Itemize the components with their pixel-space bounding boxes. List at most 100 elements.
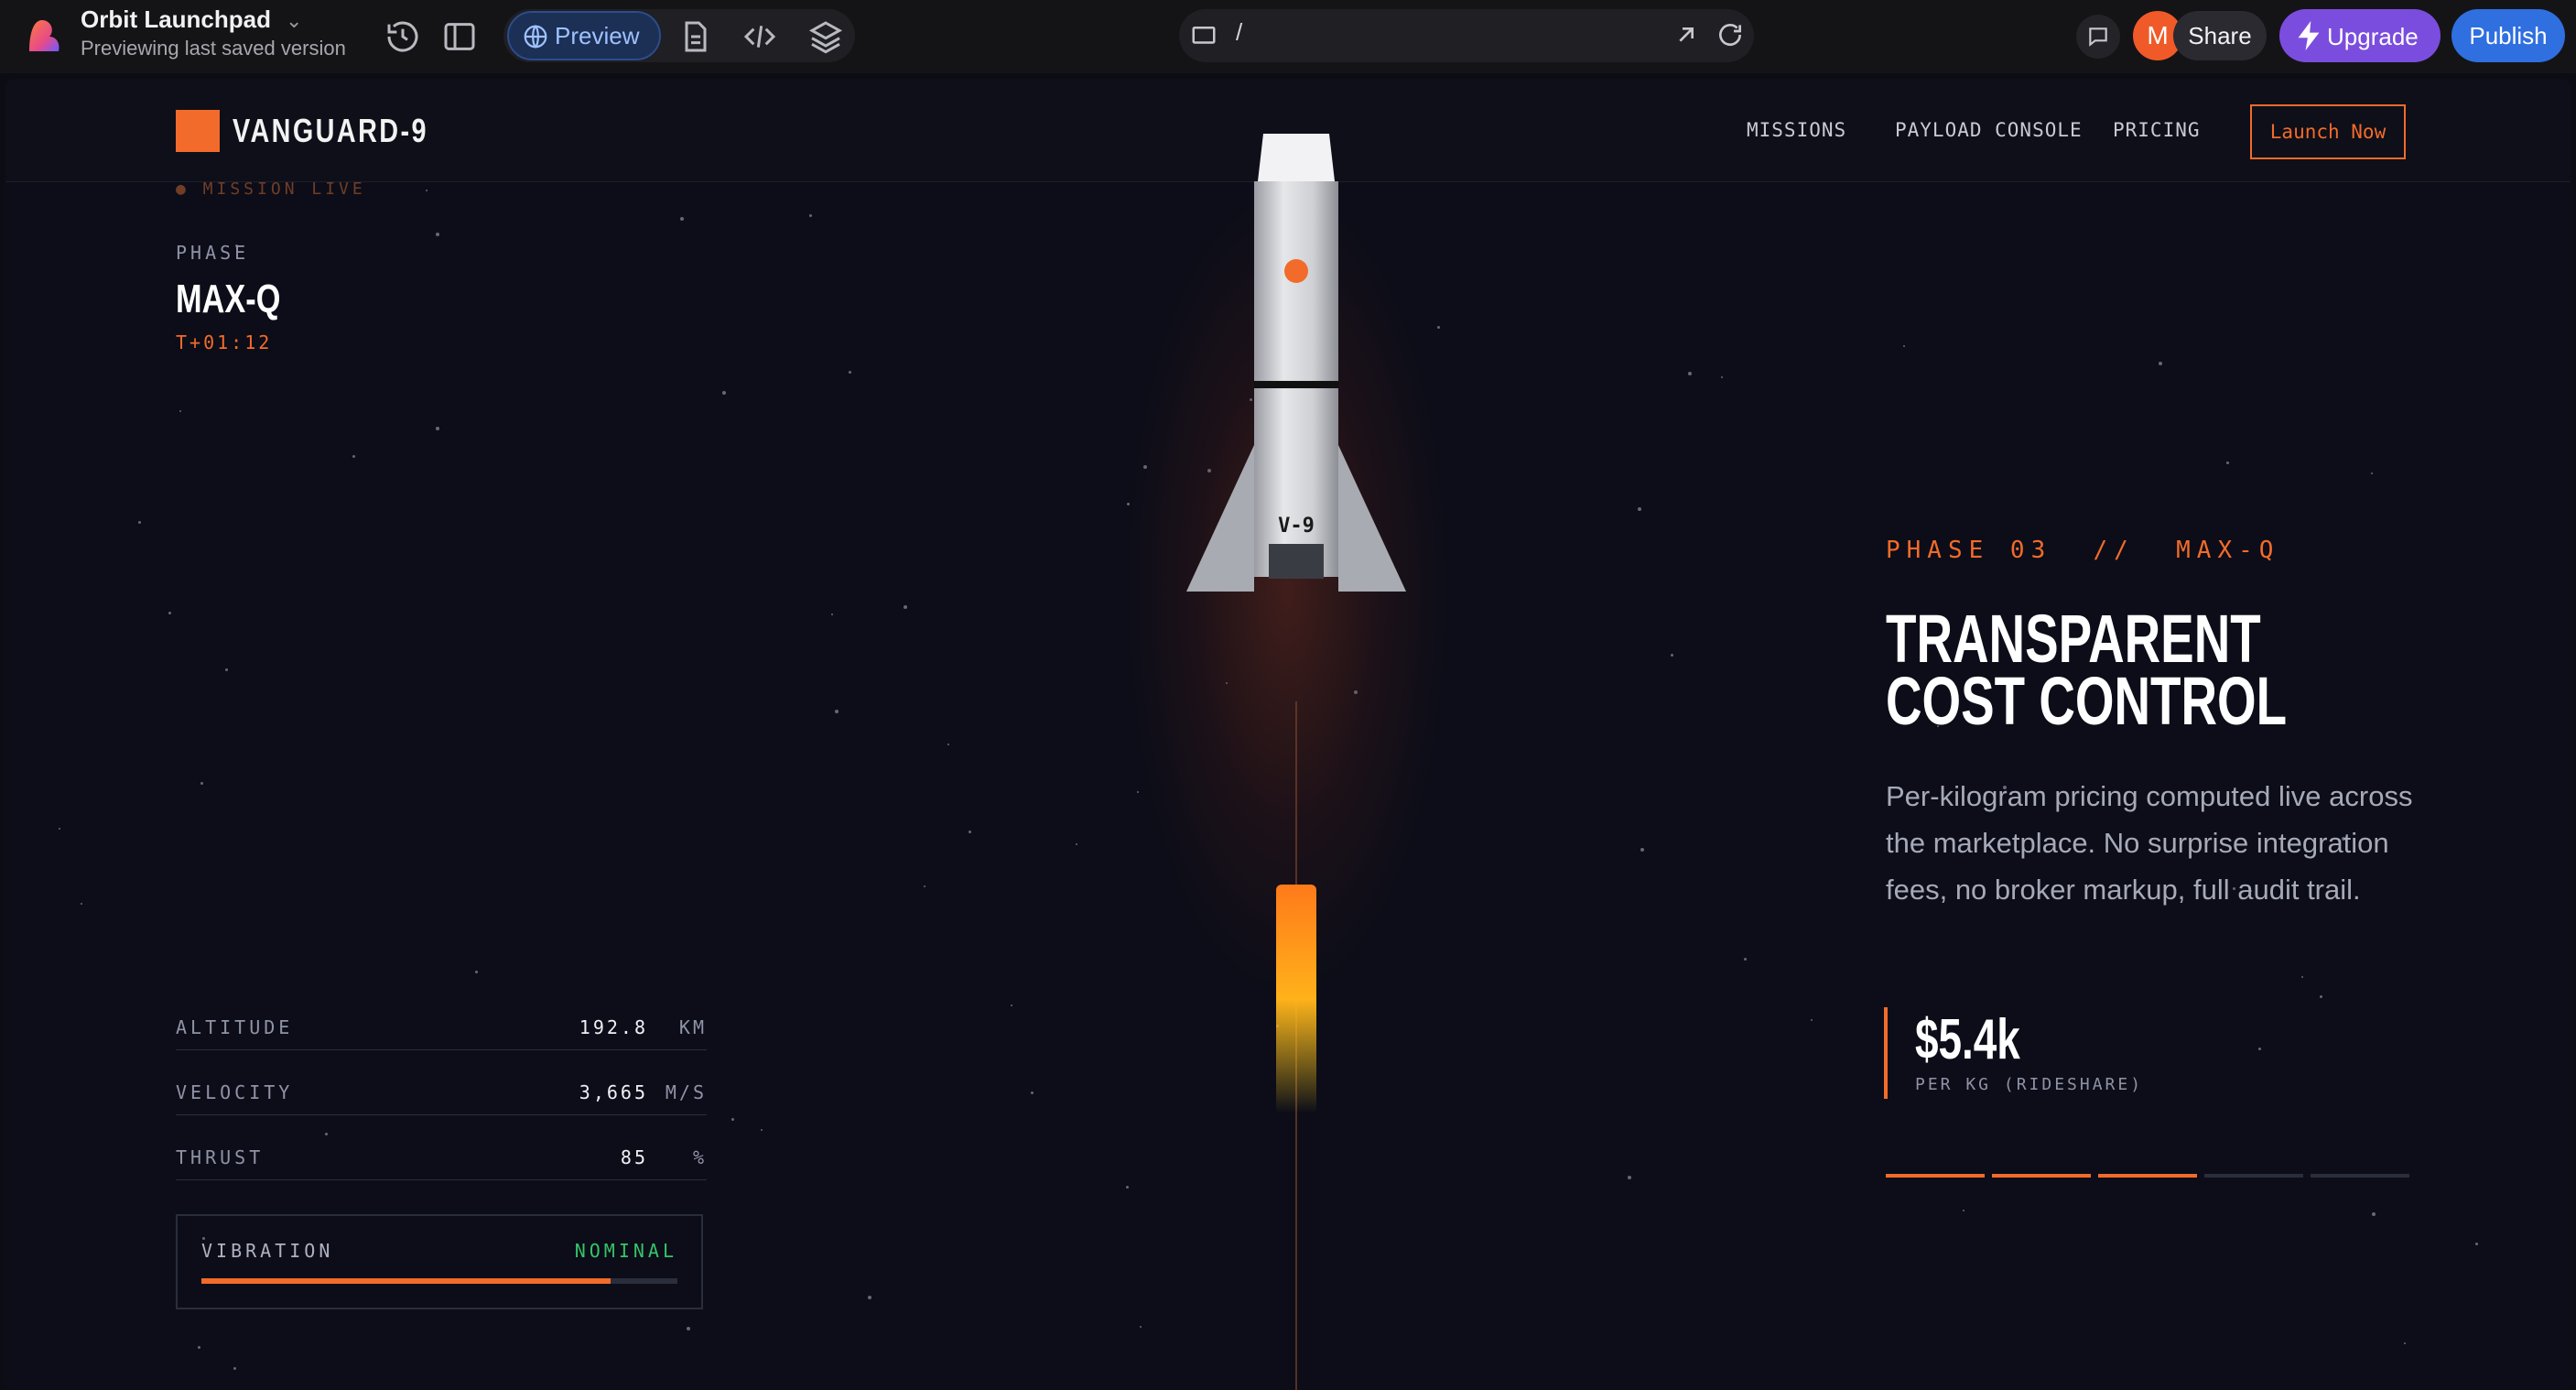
- telemetry-unit: %: [692, 1146, 707, 1168]
- nav-link-missions[interactable]: MISSIONS: [1747, 119, 1846, 141]
- star: [1126, 1186, 1129, 1189]
- telemetry-label: VELOCITY: [176, 1081, 294, 1103]
- vibration-meter: [201, 1278, 677, 1284]
- star: [138, 521, 141, 524]
- star: [831, 614, 833, 615]
- chevron-down-icon[interactable]: ⌄: [286, 9, 302, 33]
- share-button[interactable]: Share: [2173, 11, 2267, 60]
- file-icon[interactable]: [677, 18, 714, 55]
- section-body: Per-kilogram pricing computed live acros…: [1886, 780, 2413, 906]
- star: [475, 971, 478, 973]
- vibration-status: NOMINAL: [574, 1240, 677, 1262]
- star: [1903, 345, 1905, 347]
- star: [1628, 1176, 1631, 1179]
- telemetry-unit: M/S: [665, 1081, 707, 1103]
- star: [352, 455, 355, 458]
- star: [325, 1133, 328, 1135]
- builder-toolbar: Orbit Launchpad ⌄ Previewing last saved …: [0, 0, 2576, 73]
- star: [761, 1129, 763, 1131]
- star: [731, 1118, 734, 1121]
- vibration-panel: VIBRATION NOMINAL: [176, 1214, 703, 1309]
- telemetry-row: THRUST 85 %: [176, 1143, 707, 1180]
- star: [1671, 654, 1673, 657]
- star: [2475, 1243, 2478, 1245]
- price-caption: PER KG (RIDESHARE): [1915, 1075, 2144, 1094]
- star: [947, 744, 949, 745]
- preview-label: Preview: [555, 22, 640, 49]
- star: [1721, 376, 1723, 378]
- phase-progress-segment: [2204, 1174, 2303, 1178]
- url-bar[interactable]: [1179, 9, 1754, 62]
- star: [904, 605, 907, 609]
- rocket-illustration: [1186, 134, 1406, 1390]
- star: [868, 1296, 871, 1299]
- star: [809, 214, 812, 217]
- save-status: Previewing last saved version: [81, 37, 346, 60]
- device-icon[interactable]: [1190, 22, 1218, 49]
- launch-now-button[interactable]: Launch Now: [2250, 104, 2406, 159]
- phase-label: PHASE: [176, 242, 250, 264]
- phase-progress-segment: [2098, 1174, 2197, 1178]
- star: [179, 410, 181, 412]
- project-name[interactable]: Orbit Launchpad: [81, 5, 271, 34]
- refresh-icon[interactable]: [1716, 20, 1745, 49]
- mission-live-tag: ● MISSION LIVE: [176, 179, 366, 199]
- preview-button[interactable]: Preview: [507, 11, 661, 60]
- star: [722, 391, 726, 395]
- upgrade-button[interactable]: Upgrade: [2279, 9, 2441, 62]
- globe-icon: [524, 25, 547, 49]
- star: [436, 233, 439, 236]
- star: [2258, 1048, 2261, 1050]
- star: [2320, 995, 2322, 998]
- star: [198, 1346, 200, 1349]
- layers-icon[interactable]: [807, 18, 844, 55]
- star: [1744, 958, 1747, 961]
- bolt-icon: [2298, 21, 2320, 50]
- brand-name[interactable]: VANGUARD-9: [233, 112, 428, 150]
- star: [1031, 1091, 1034, 1094]
- sidebar-toggle-icon[interactable]: [441, 18, 478, 55]
- star: [426, 190, 428, 191]
- star: [59, 828, 60, 830]
- star: [1638, 507, 1641, 511]
- nav-link-payload-console[interactable]: PAYLOAD CONSOLE: [1895, 119, 2083, 141]
- section-kicker: PHASE 03 // MAX-Q: [1886, 537, 2280, 564]
- code-icon[interactable]: [741, 18, 778, 55]
- publish-button[interactable]: Publish: [2452, 9, 2565, 62]
- star: [1140, 1326, 1142, 1328]
- nav-link-pricing[interactable]: PRICING: [2113, 119, 2201, 141]
- phase-progress-segment: [2311, 1174, 2409, 1178]
- star: [1011, 1004, 1012, 1006]
- star: [680, 217, 684, 221]
- star: [969, 831, 971, 833]
- star: [924, 885, 925, 887]
- star: [2372, 1212, 2376, 1216]
- star: [1076, 843, 1077, 845]
- app-logo-icon: [29, 20, 60, 51]
- upgrade-label: Upgrade: [2327, 23, 2419, 50]
- history-icon[interactable]: [384, 18, 421, 55]
- url-path[interactable]: /: [1236, 18, 1242, 47]
- star: [2371, 472, 2373, 474]
- comment-button[interactable]: [2076, 15, 2120, 59]
- external-link-icon[interactable]: [1672, 20, 1701, 49]
- phase-time: T+01:12: [176, 331, 273, 353]
- star: [835, 710, 839, 713]
- telemetry-value: 3,665: [579, 1081, 648, 1103]
- telemetry-label: ALTITUDE: [176, 1016, 294, 1038]
- telemetry-row: ALTITUDE 192.8 KM: [176, 1013, 707, 1050]
- star: [1688, 372, 1692, 375]
- phase-progress-segment: [1886, 1174, 1985, 1178]
- comment-icon: [2089, 27, 2107, 47]
- star: [2404, 1342, 2406, 1344]
- price-accent-bar: [1884, 1007, 1888, 1099]
- price-value: $5.4k: [1915, 1008, 2020, 1071]
- star: [233, 1367, 236, 1370]
- phase-value: MAX-Q: [176, 277, 281, 321]
- star: [168, 612, 171, 614]
- preview-frame: VANGUARD-9 MISSIONS PAYLOAD CONSOLE PRIC…: [5, 79, 2571, 1390]
- star: [2159, 362, 2162, 365]
- star: [2226, 462, 2229, 464]
- star: [849, 371, 851, 374]
- telemetry-value: 192.8: [579, 1016, 648, 1038]
